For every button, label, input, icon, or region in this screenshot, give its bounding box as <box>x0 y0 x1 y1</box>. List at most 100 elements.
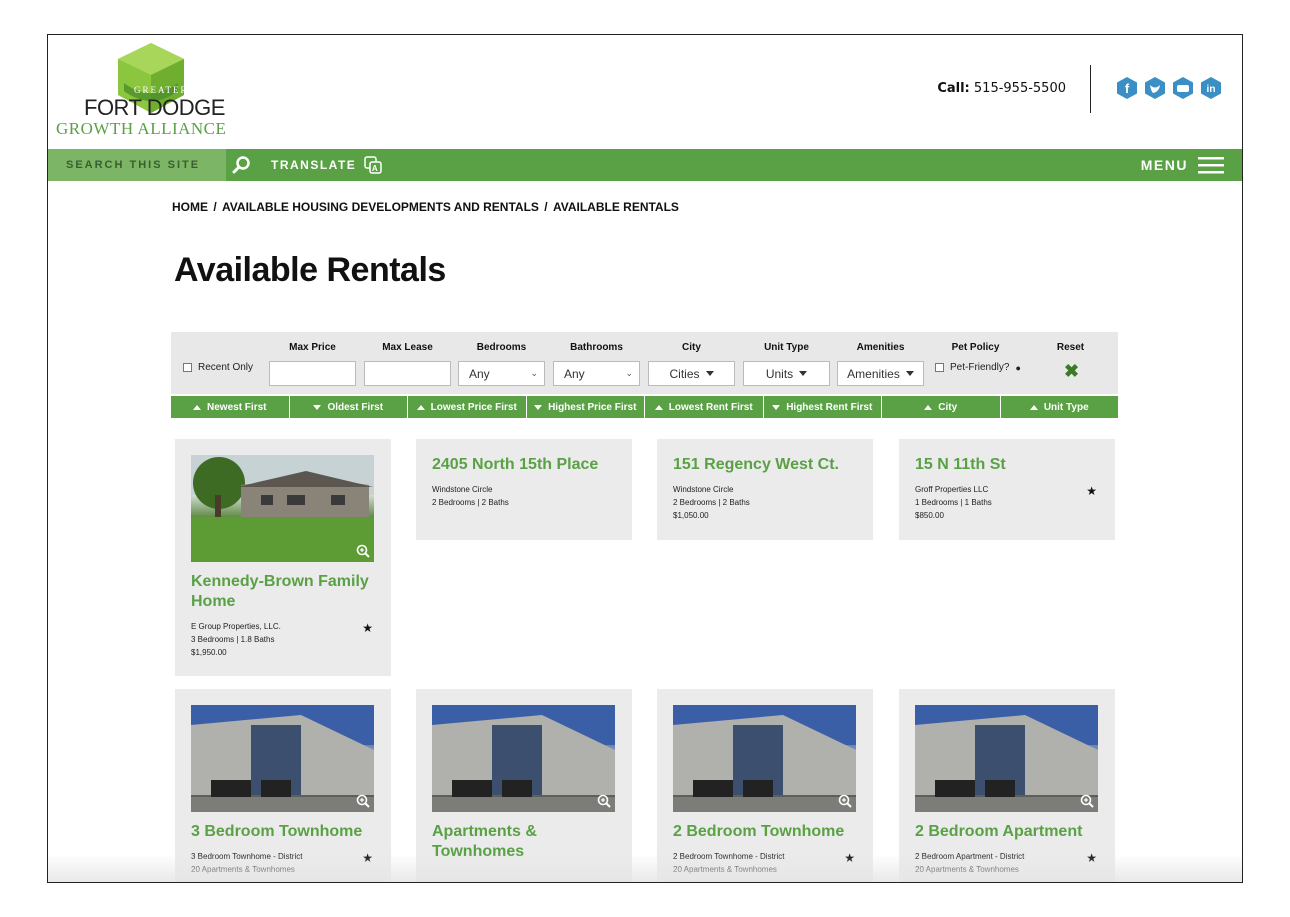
phone-number[interactable]: 515-955-5500 <box>974 81 1066 96</box>
listing-card[interactable]: 15 N 11th St Groff Properties LLC 1 Bedr… <box>899 439 1115 540</box>
site-header: GREATER FORT DODGE GROWTH ALLIANCE Call:… <box>48 35 1242 149</box>
logo-fort-dodge: FORT DODGE <box>84 95 225 120</box>
city-label: City <box>682 342 701 353</box>
listing-title[interactable]: 2405 North 15th Place <box>432 455 616 475</box>
listing-photo[interactable] <box>191 455 374 562</box>
zoom-icon[interactable] <box>356 544 370 558</box>
zoom-icon[interactable] <box>356 794 370 808</box>
breadcrumb-current: AVAILABLE RENTALS <box>552 200 679 214</box>
search-input[interactable]: SEARCH THIS SITE <box>48 149 226 181</box>
caret-up-icon <box>654 404 663 410</box>
bathrooms-label: Bathrooms <box>570 342 623 353</box>
sort-label: Highest Price First <box>548 401 637 413</box>
hamburger-icon <box>1198 157 1224 174</box>
listing-rooms: 2 Bedrooms | 2 Baths <box>673 498 750 507</box>
zoom-icon[interactable] <box>1080 794 1094 808</box>
sort-label: Unit Type <box>1043 401 1089 413</box>
listing-card[interactable]: Kennedy-Brown Family Home E Group Proper… <box>175 439 391 676</box>
breadcrumb-housing[interactable]: AVAILABLE HOUSING DEVELOPMENTS AND RENTA… <box>222 200 539 214</box>
translate-button[interactable]: TRANSLATE A <box>271 149 383 181</box>
recent-only-filter[interactable]: Recent Only <box>183 362 253 373</box>
sort-button[interactable]: Highest Rent First <box>764 396 882 418</box>
sort-button[interactable]: Oldest First <box>290 396 408 418</box>
listing-title[interactable]: Kennedy-Brown Family Home <box>191 572 375 612</box>
youtube-icon[interactable] <box>1172 77 1194 99</box>
listing-price: $1,050.00 <box>673 511 709 520</box>
listing-photo[interactable] <box>915 705 1098 812</box>
browser-frame: GREATER FORT DODGE GROWTH ALLIANCE Call:… <box>47 34 1243 883</box>
breadcrumb-home[interactable]: HOME <box>172 200 208 214</box>
bathrooms-value: Any <box>564 366 585 381</box>
sort-button[interactable]: Lowest Price First <box>408 396 527 418</box>
star-icon[interactable]: ★ <box>1086 852 1097 865</box>
city-select[interactable]: Cities <box>648 361 735 386</box>
listing-title[interactable]: 3 Bedroom Townhome <box>191 822 375 842</box>
amenities-label: Amenities <box>856 342 905 353</box>
twitter-icon[interactable] <box>1144 77 1166 99</box>
amenities-select[interactable]: Amenities <box>837 361 924 386</box>
listing-price: $850.00 <box>915 511 944 520</box>
max-price-input[interactable] <box>269 361 356 386</box>
sort-button[interactable]: Lowest Rent First <box>645 396 764 418</box>
star-icon[interactable]: ★ <box>362 622 373 635</box>
listing-title[interactable]: 15 N 11th St <box>915 455 1099 475</box>
listing-card[interactable]: 3 Bedroom Townhome 3 Bedroom Townhome - … <box>175 689 391 882</box>
svg-text:A: A <box>372 164 379 173</box>
listing-title[interactable]: 151 Regency West Ct. <box>673 455 857 475</box>
zoom-icon[interactable] <box>838 794 852 808</box>
search-icon[interactable] <box>232 155 252 175</box>
sort-button[interactable]: City <box>882 396 1001 418</box>
city-filter: City Cities <box>648 332 735 394</box>
listing-owner: 2 Bedroom Townhome - District <box>673 852 785 861</box>
svg-text:in: in <box>1207 84 1216 95</box>
max-lease-input[interactable] <box>364 361 451 386</box>
bedrooms-label: Bedrooms <box>476 342 527 353</box>
listing-photo[interactable] <box>191 705 374 812</box>
pet-friendly-checkbox[interactable] <box>935 363 944 372</box>
unit-type-select[interactable]: Units <box>743 361 830 386</box>
sort-button[interactable]: Newest First <box>171 396 290 418</box>
caret-down-icon <box>534 404 543 410</box>
star-icon[interactable]: ★ <box>1086 485 1097 498</box>
menu-button[interactable]: MENU <box>1141 149 1224 181</box>
page-title: Available Rentals <box>174 251 446 289</box>
listing-card[interactable]: 151 Regency West Ct. Windstone Circle 2 … <box>657 439 873 540</box>
linkedin-icon[interactable]: in <box>1200 77 1222 99</box>
zoom-icon[interactable] <box>597 794 611 808</box>
sort-button[interactable]: Highest Price First <box>527 396 645 418</box>
bathrooms-select[interactable]: Any ⌄ <box>553 361 640 386</box>
listing-owner: 2 Bedroom Apartment - District <box>915 852 1025 861</box>
listing-price: $1,950.00 <box>191 648 227 657</box>
site-logo[interactable]: GREATER FORT DODGE GROWTH ALLIANCE <box>56 43 246 143</box>
listing-card[interactable]: Apartments & Townhomes <box>416 689 632 882</box>
listing-title[interactable]: Apartments & Townhomes <box>432 822 616 862</box>
listing-card[interactable]: 2405 North 15th Place Windstone Circle 2… <box>416 439 632 540</box>
listing-card[interactable]: 2 Bedroom Townhome 2 Bedroom Townhome - … <box>657 689 873 882</box>
listing-title[interactable]: 2 Bedroom Apartment <box>915 822 1099 842</box>
listing-details: E Group Properties, LLC. 3 Bedrooms | 1.… <box>191 620 375 659</box>
recent-only-checkbox[interactable] <box>183 363 192 372</box>
sort-button[interactable]: Unit Type <box>1001 396 1119 418</box>
unit-type-value: Units <box>765 366 794 381</box>
listing-details: Windstone Circle 2 Bedrooms | 2 Baths <box>432 483 616 509</box>
pet-friendly-label: Pet-Friendly? <box>950 362 1010 373</box>
listing-photo[interactable] <box>432 705 615 812</box>
star-icon[interactable]: ★ <box>362 852 373 865</box>
listing-title[interactable]: 2 Bedroom Townhome <box>673 822 857 842</box>
star-icon[interactable]: ★ <box>844 852 855 865</box>
bedrooms-select[interactable]: Any ⌄ <box>458 361 545 386</box>
facebook-icon[interactable]: f <box>1116 77 1138 99</box>
listing-rooms: 2 Bedrooms | 2 Baths <box>432 498 509 507</box>
max-price-filter: Max Price <box>269 332 356 394</box>
listing-photo[interactable] <box>673 705 856 812</box>
reset-close-icon[interactable]: ✖ <box>1064 361 1079 382</box>
townhome-image <box>432 705 615 812</box>
amenities-value: Amenities <box>847 366 900 381</box>
max-price-label: Max Price <box>289 342 336 353</box>
amenities-filter: Amenities Amenities <box>837 332 924 394</box>
listing-card[interactable]: 2 Bedroom Apartment 2 Bedroom Apartment … <box>899 689 1115 882</box>
unit-type-label: Unit Type <box>764 342 809 353</box>
listing-details: Groff Properties LLC 1 Bedrooms | 1 Bath… <box>915 483 1099 522</box>
listing-owner: Groff Properties LLC <box>915 485 989 494</box>
pet-friendly-filter[interactable]: Pet-Friendly? ● <box>935 362 1021 373</box>
